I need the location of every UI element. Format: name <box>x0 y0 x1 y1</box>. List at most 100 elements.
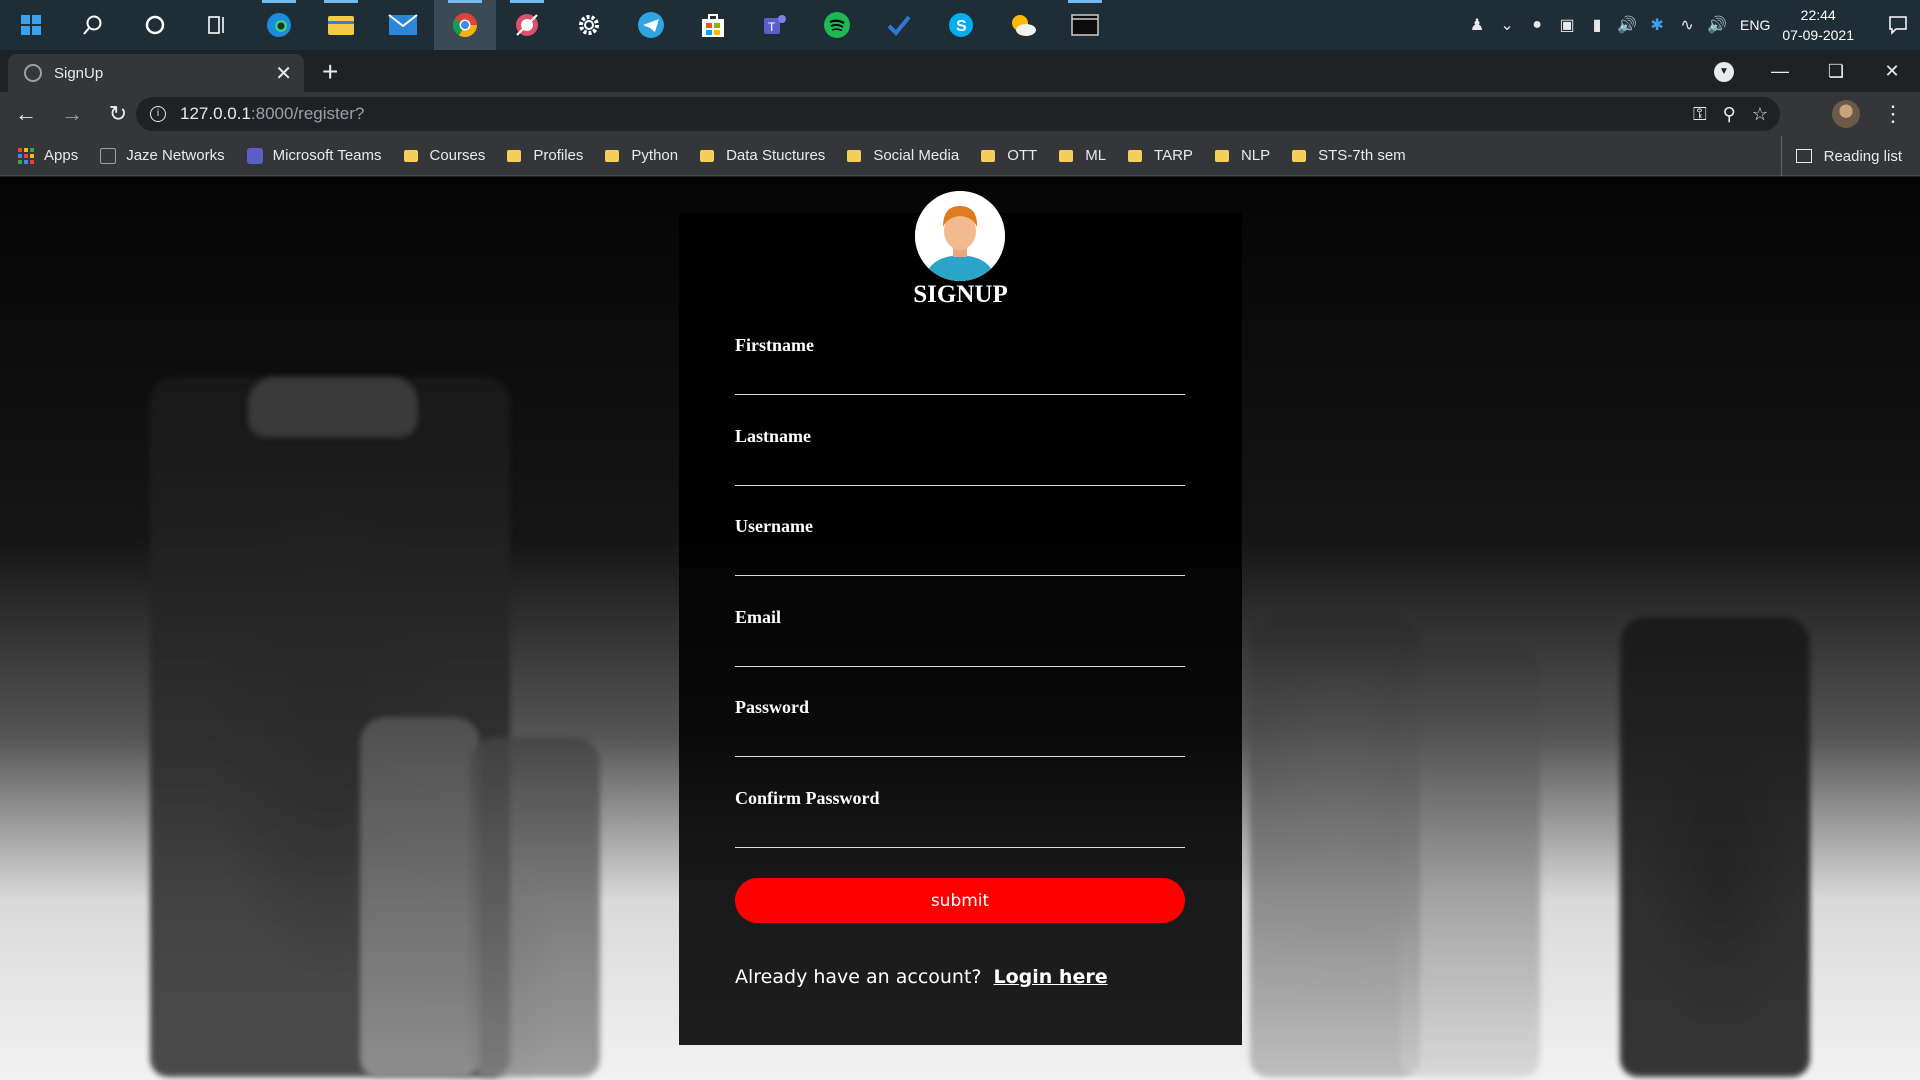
back-button[interactable]: ← <box>6 101 46 127</box>
username-field: Username <box>735 516 1185 576</box>
bookmark-label: Jaze Networks <box>126 147 225 164</box>
confirm-password-field: Confirm Password <box>735 788 1185 848</box>
forward-button[interactable]: → <box>52 101 92 127</box>
confirm-password-label: Confirm Password <box>735 788 880 808</box>
spotify-icon[interactable] <box>806 0 868 50</box>
chevron-up-icon[interactable]: ⌄ <box>1492 15 1522 35</box>
bookmark-ml[interactable]: ML <box>1059 147 1106 164</box>
people-icon[interactable]: ♟ <box>1462 15 1492 35</box>
bookmark-social-media[interactable]: Social Media <box>847 147 959 164</box>
start-icon[interactable] <box>0 0 62 50</box>
language-indicator[interactable]: ENG <box>1740 17 1770 33</box>
telegram-icon[interactable] <box>620 0 682 50</box>
bookmark-python[interactable]: Python <box>605 147 678 164</box>
new-tab-button[interactable]: + <box>322 56 338 88</box>
tab-signup[interactable]: SignUp ✕ <box>8 54 304 92</box>
bookmark-label: Data Stuctures <box>726 147 826 164</box>
camera-icon[interactable]: ▣ <box>1552 15 1582 35</box>
bookmark-label: STS-7th sem <box>1318 147 1406 164</box>
speaker-icon[interactable]: 🔊 <box>1612 15 1642 35</box>
bookmark-courses[interactable]: Courses <box>403 147 486 164</box>
key-icon[interactable]: ⚿ <box>1693 104 1707 125</box>
background-bottle <box>1400 647 1540 1077</box>
wifi-icon[interactable]: ∿ <box>1672 15 1702 35</box>
zoom-icon[interactable]: ⚲ <box>1723 104 1736 125</box>
background-bottle <box>1250 617 1420 1077</box>
restore-button[interactable]: ❏ <box>1808 61 1864 82</box>
background-bottle <box>470 737 600 1077</box>
search-icon[interactable] <box>62 0 124 50</box>
cortana-icon[interactable] <box>124 0 186 50</box>
store-icon[interactable] <box>682 0 744 50</box>
weather-icon[interactable] <box>992 0 1054 50</box>
bookmark-nlp[interactable]: NLP <box>1214 147 1270 164</box>
close-window-button[interactable]: ✕ <box>1864 61 1920 82</box>
bookmark-label: Courses <box>429 147 486 164</box>
settings-icon[interactable] <box>558 0 620 50</box>
site-info-icon[interactable]: i <box>150 106 166 122</box>
file-explorer-icon[interactable] <box>310 0 372 50</box>
bluetooth-icon[interactable]: ✱ <box>1642 15 1672 35</box>
username-input[interactable] <box>735 545 1185 573</box>
volume-icon[interactable]: 🔊 <box>1702 15 1732 35</box>
bookmark-data-structures[interactable]: Data Stuctures <box>700 147 825 164</box>
mail-icon[interactable] <box>372 0 434 50</box>
profile-avatar[interactable] <box>1832 100 1860 128</box>
terminal-icon[interactable] <box>1054 0 1116 50</box>
background-bottle <box>248 377 418 437</box>
bookmark-tarp[interactable]: TARP <box>1128 147 1193 164</box>
teams-icon <box>246 147 263 164</box>
bookmark-microsoft-teams[interactable]: Microsoft Teams <box>246 147 382 164</box>
firstname-field: Firstname <box>735 335 1185 395</box>
teams-icon[interactable]: T <box>744 0 806 50</box>
reading-list[interactable]: Reading list <box>1780 136 1902 176</box>
submit-button[interactable]: submit <box>735 878 1185 923</box>
login-prompt-text: Already have an account? <box>735 966 982 988</box>
skype-icon[interactable]: S <box>930 0 992 50</box>
login-link[interactable]: Login here <box>994 966 1108 988</box>
edge-icon[interactable] <box>248 0 310 50</box>
folder-icon <box>847 149 862 162</box>
bookmark-ott[interactable]: OTT <box>981 147 1037 164</box>
page-icon <box>100 147 117 164</box>
menu-icon[interactable]: ⋮ <box>1878 101 1908 127</box>
close-tab-icon[interactable]: ✕ <box>275 61 292 86</box>
bookmark-label: ML <box>1085 147 1107 164</box>
minimize-button[interactable]: — <box>1752 61 1808 82</box>
folder-icon <box>1292 149 1307 162</box>
todo-icon[interactable] <box>868 0 930 50</box>
password-label: Password <box>735 697 810 717</box>
clock[interactable]: 22:44 07-09-2021 <box>1782 5 1854 45</box>
tab-search-icon[interactable]: ▼ <box>1714 62 1734 82</box>
clock-date: 07-09-2021 <box>1782 27 1854 43</box>
browser-toolbar: ← → ↻ i 127.0.0.1:8000/register? ⚿ ⚲ ☆ ⋮ <box>0 92 1920 136</box>
bookmark-apps[interactable]: Apps <box>18 147 78 164</box>
browser-tab-strip: SignUp ✕ + ▼ — ❏ ✕ <box>0 50 1920 92</box>
folder-icon <box>507 149 522 162</box>
firstname-input[interactable] <box>735 364 1185 392</box>
password-input[interactable] <box>735 726 1185 754</box>
page-viewport: SIGNUP Firstname Lastname Username Email… <box>0 177 1920 1080</box>
email-input[interactable] <box>735 636 1185 664</box>
toolbar-right: ⋮ <box>1832 92 1920 136</box>
login-prompt: Already have an account? Login here <box>735 966 1108 988</box>
star-icon[interactable]: ☆ <box>1752 104 1768 125</box>
bookmark-label: TARP <box>1154 147 1193 164</box>
confirm-password-input[interactable] <box>735 817 1185 845</box>
task-view-icon[interactable] <box>186 0 248 50</box>
bookmark-jaze-networks[interactable]: Jaze Networks <box>100 147 225 164</box>
teams-tray-icon[interactable]: ● <box>1522 16 1552 34</box>
reload-button[interactable]: ↻ <box>98 101 138 127</box>
url-host: 127.0.0.1 <box>180 104 251 123</box>
lastname-input[interactable] <box>735 455 1185 483</box>
notification-icon[interactable] <box>1876 15 1920 35</box>
bookmark-sts-7th-sem[interactable]: STS-7th sem <box>1292 147 1406 164</box>
bookmark-profiles[interactable]: Profiles <box>507 147 583 164</box>
address-bar[interactable]: i 127.0.0.1:8000/register? ⚿ ⚲ ☆ <box>136 97 1780 131</box>
email-field: Email <box>735 607 1185 667</box>
signup-title: SIGNUP <box>913 281 1008 308</box>
address-bar-actions: ⚿ ⚲ ☆ <box>1693 97 1768 131</box>
chrome-icon[interactable] <box>434 0 496 50</box>
battery-icon[interactable]: ▮ <box>1582 15 1612 35</box>
snip-icon[interactable] <box>496 0 558 50</box>
